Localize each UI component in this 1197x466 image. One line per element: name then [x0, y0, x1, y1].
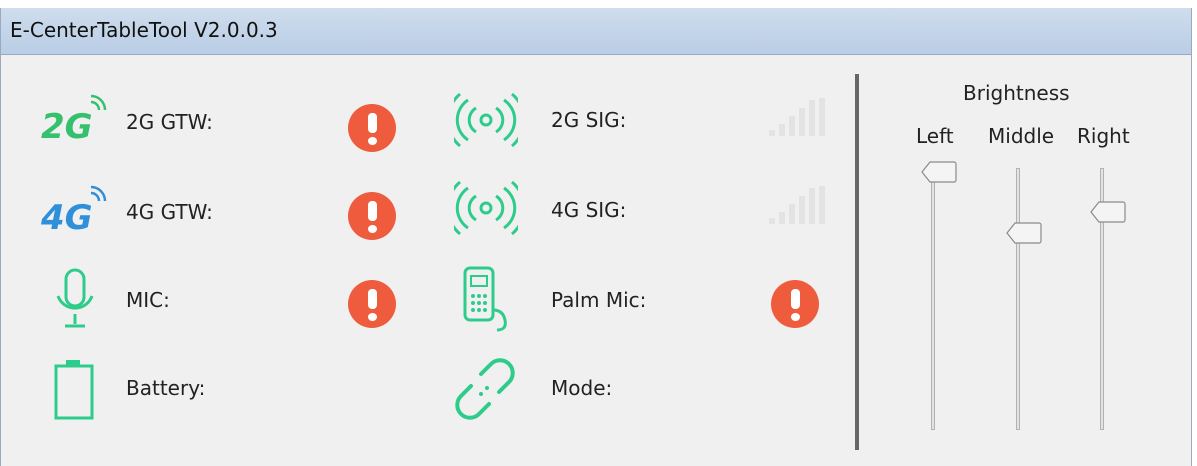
- battery-icon: [54, 360, 94, 420]
- gtw-2g-label: 2G GTW:: [126, 110, 213, 134]
- slider-thumb-middle[interactable]: [1006, 221, 1042, 244]
- 4g-signal-icon: 4G: [41, 185, 107, 238]
- mic-label: MIC:: [126, 288, 170, 312]
- wireless-broadcast-icon: [454, 180, 518, 236]
- title-bar[interactable]: E-CenterTableTool V2.0.0.3: [1, 8, 1191, 55]
- slider-label-left: Left: [916, 124, 954, 148]
- handheld-mic-icon: [463, 266, 507, 332]
- link-icon: [455, 358, 515, 420]
- wireless-broadcast-icon: [454, 92, 518, 148]
- svg-text:2G: 2G: [41, 107, 93, 147]
- slider-track-middle[interactable]: [1016, 168, 1020, 430]
- brightness-title: Brightness: [963, 81, 1070, 105]
- gtw-2g-alert-icon: [348, 104, 396, 152]
- palm-mic-label: Palm Mic:: [551, 288, 647, 312]
- sig-2g-label: 2G SIG:: [551, 108, 627, 132]
- slider-thumb-right[interactable]: [1090, 201, 1126, 223]
- signal-bars-icon: [769, 186, 825, 224]
- section-divider: [855, 74, 859, 450]
- palm-mic-alert-icon: [771, 280, 819, 328]
- battery-label: Battery:: [126, 376, 206, 400]
- microphone-icon: [56, 268, 94, 328]
- gtw-4g-alert-icon: [348, 192, 396, 240]
- main-window: E-CenterTableTool V2.0.0.3 2G 2G GTW: 4G…: [0, 8, 1192, 466]
- signal-bars-icon: [769, 98, 825, 136]
- mic-alert-icon: [348, 280, 396, 328]
- slider-label-middle: Middle: [988, 124, 1055, 148]
- mode-label: Mode:: [551, 376, 613, 400]
- slider-thumb-left[interactable]: [921, 161, 957, 183]
- window-title: E-CenterTableTool V2.0.0.3: [10, 18, 278, 42]
- slider-track-left[interactable]: [931, 168, 935, 430]
- svg-text:4G: 4G: [41, 198, 93, 238]
- 2g-signal-icon: 2G: [41, 94, 107, 147]
- gtw-4g-label: 4G GTW:: [126, 200, 213, 224]
- slider-label-right: Right: [1077, 124, 1130, 148]
- sig-4g-label: 4G SIG:: [551, 198, 627, 222]
